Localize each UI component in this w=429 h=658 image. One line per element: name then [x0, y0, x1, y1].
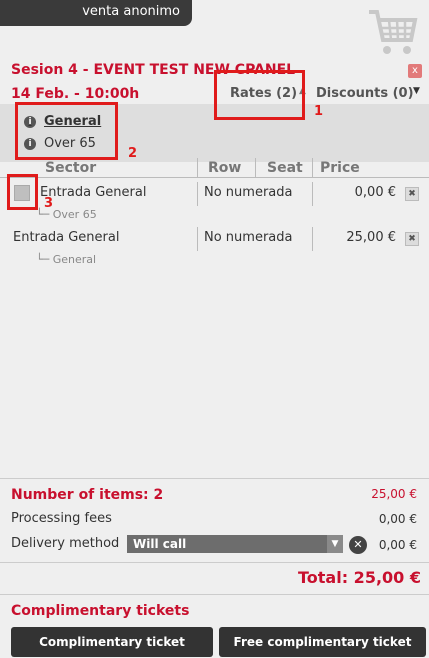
- column-divider: [255, 158, 256, 178]
- column-divider: [197, 227, 198, 251]
- row-price: 0,00 €: [354, 185, 396, 200]
- fees-value: 0,00 €: [378, 512, 417, 526]
- annotation-number: 2: [128, 146, 138, 161]
- complimentary-title: Complimentary tickets: [11, 603, 190, 619]
- delete-row-button[interactable]: ✖: [405, 232, 419, 246]
- complimentary-ticket-button[interactable]: Complimentary ticket: [11, 627, 213, 657]
- divider: [0, 478, 429, 479]
- column-divider: [197, 158, 198, 178]
- column-header-price: Price: [320, 160, 360, 176]
- highlight-box-1: [214, 70, 305, 120]
- divider: [0, 177, 429, 178]
- highlight-box-3: [7, 174, 38, 210]
- delete-row-button[interactable]: ✖: [405, 187, 419, 201]
- close-icon[interactable]: x: [408, 64, 422, 78]
- annotation-number: 1: [314, 104, 324, 119]
- delivery-label: Delivery method: [11, 536, 120, 551]
- row-sector: Entrada General: [13, 230, 120, 245]
- divider: [0, 594, 429, 595]
- column-header-sector: Sector: [45, 160, 97, 176]
- fees-label: Processing fees: [11, 511, 112, 526]
- row-row-value: No numerada: [204, 185, 293, 200]
- column-header-seat: Seat: [267, 160, 303, 176]
- chevron-down-icon[interactable]: ▼: [413, 86, 420, 96]
- column-header-row: Row: [208, 160, 242, 176]
- delivery-method-select[interactable]: Will call ▼: [127, 535, 343, 553]
- total-amount: Total: 25,00 €: [298, 568, 421, 587]
- tab-discounts[interactable]: Discounts (0): [316, 86, 414, 101]
- highlight-box-2: [15, 102, 118, 160]
- free-complimentary-ticket-button[interactable]: Free complimentary ticket: [219, 627, 426, 657]
- row-row-value: No numerada: [204, 230, 293, 245]
- column-divider: [197, 182, 198, 206]
- column-divider: [312, 158, 313, 178]
- user-tab[interactable]: venta anonimo: [0, 0, 192, 26]
- items-count: Number of items: 2: [11, 487, 164, 503]
- delivery-selected-value[interactable]: Will call: [133, 537, 186, 551]
- column-divider: [312, 227, 313, 251]
- column-divider: [312, 182, 313, 206]
- row-sector: Entrada General: [40, 185, 147, 200]
- session-date: 14 Feb. - 10:00h: [11, 86, 140, 102]
- divider: [0, 562, 429, 563]
- chevron-down-icon[interactable]: ▼: [327, 535, 343, 553]
- row-price: 25,00 €: [346, 230, 396, 245]
- delivery-fee: 0,00 €: [378, 538, 417, 552]
- shopping-cart-icon[interactable]: [367, 6, 419, 58]
- annotation-number: 3: [44, 196, 54, 211]
- items-subtotal: 25,00 €: [371, 487, 417, 501]
- clear-delivery-icon[interactable]: ✕: [349, 536, 367, 554]
- row-rate: └─ General: [36, 253, 97, 266]
